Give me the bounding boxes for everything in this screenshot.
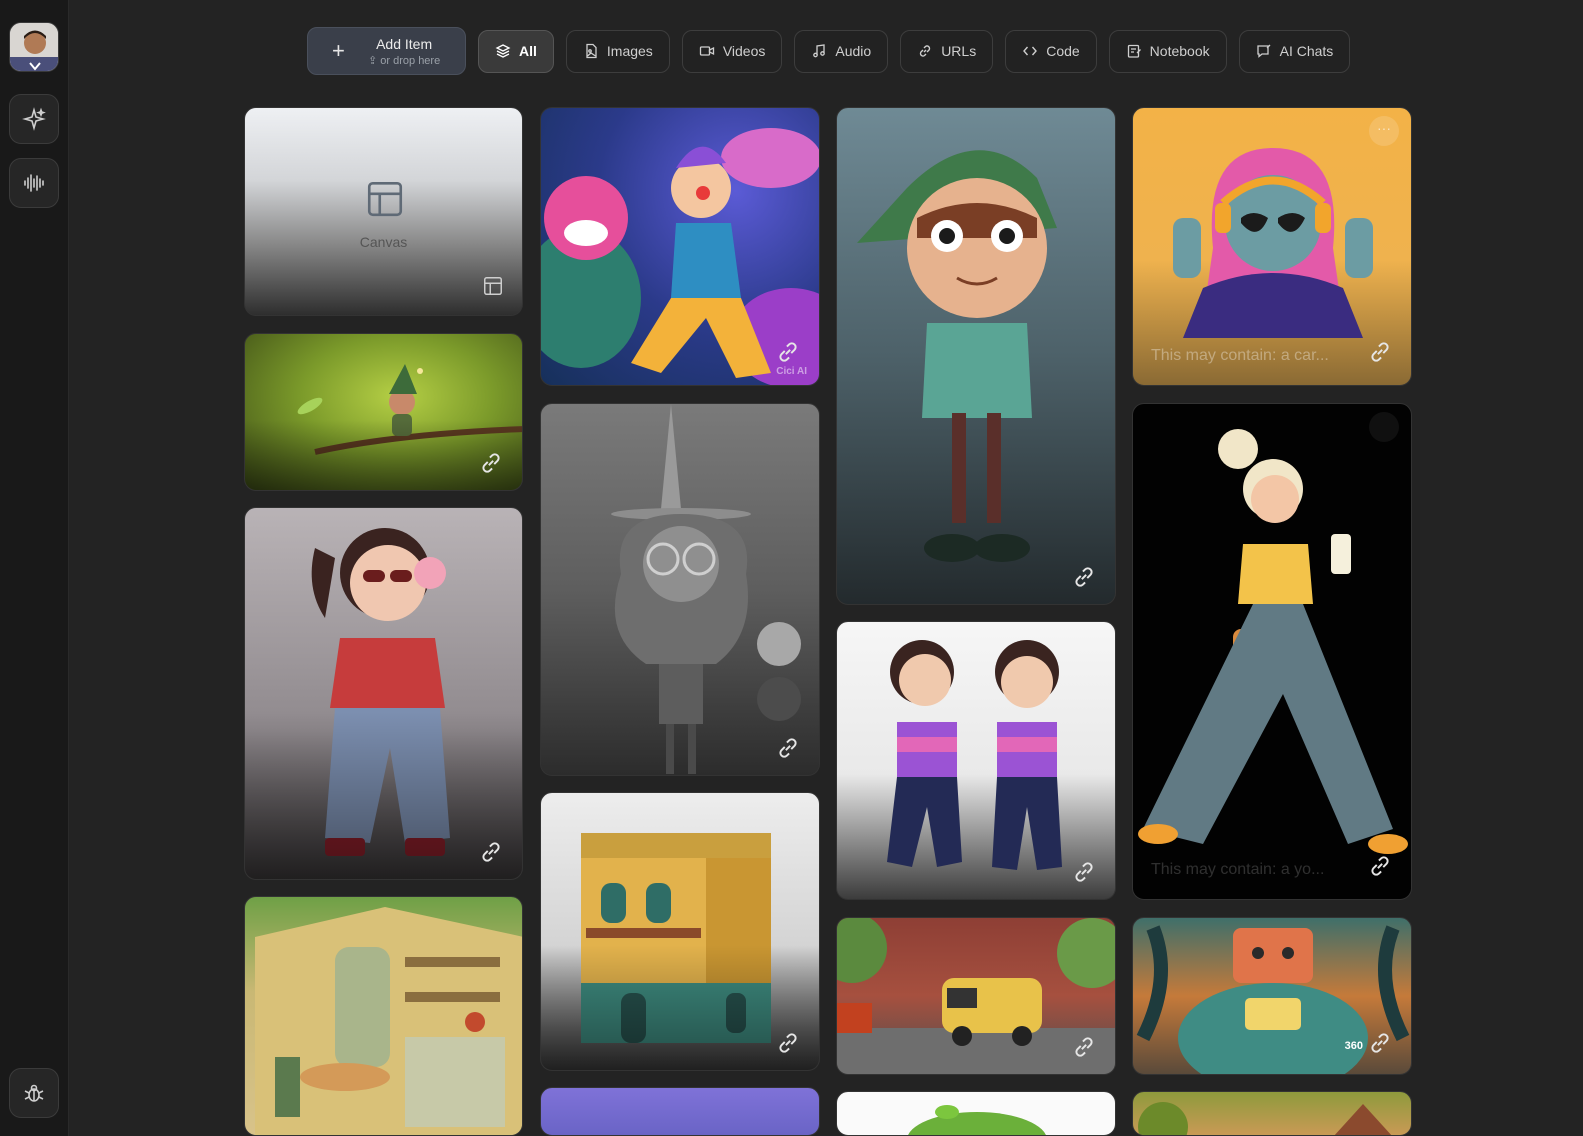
- filter-ai-chats[interactable]: AI Chats: [1238, 29, 1351, 73]
- link-icon[interactable]: [775, 735, 801, 761]
- image-card-cap-boy[interactable]: [836, 107, 1116, 605]
- card-caption: This may contain: a car...: [1151, 347, 1329, 364]
- link-icon[interactable]: [775, 1030, 801, 1056]
- notebook-icon: [1127, 44, 1141, 58]
- code-icon: [1023, 46, 1038, 56]
- sidebar: [0, 0, 69, 1136]
- link-icon[interactable]: [1367, 339, 1393, 365]
- watermark: Cici AI: [776, 366, 807, 377]
- village-image: [1138, 1102, 1392, 1135]
- layout-icon: [484, 277, 502, 295]
- toolbar: + Add Item ⇪ or drop here All Images Vid…: [307, 27, 1351, 75]
- image-card-headphones-girl[interactable]: ··· This may contain: a car...: [1132, 107, 1412, 386]
- avatar[interactable]: [9, 22, 59, 72]
- more-options-icon[interactable]: [1369, 412, 1399, 442]
- sparkle-button[interactable]: [9, 94, 59, 144]
- music-note-icon: [813, 44, 826, 58]
- filter-notebook[interactable]: Notebook: [1108, 29, 1227, 73]
- filter-all-label: All: [519, 43, 537, 59]
- link-icon[interactable]: [1367, 1030, 1393, 1056]
- bug-icon: [24, 1084, 44, 1102]
- link-icon[interactable]: [1071, 564, 1097, 590]
- image-card-sculpt-girl[interactable]: [540, 403, 820, 776]
- filter-audio[interactable]: Audio: [794, 29, 889, 73]
- filter-urls-label: URLs: [941, 43, 977, 59]
- filter-all[interactable]: All: [478, 29, 554, 73]
- chat-icon: [1256, 44, 1271, 58]
- add-item-label: Add Item: [376, 35, 433, 52]
- link-icon[interactable]: [1071, 1034, 1097, 1060]
- plus-icon: +: [332, 38, 345, 63]
- panorama-badge: 360: [1344, 1040, 1363, 1052]
- image-card-bubblegum-girl[interactable]: [244, 507, 523, 880]
- filter-urls[interactable]: URLs: [900, 29, 994, 73]
- layers-icon: [495, 44, 511, 58]
- filter-notebook-label: Notebook: [1149, 43, 1210, 59]
- filter-videos-label: Videos: [722, 43, 766, 59]
- image-card-purple[interactable]: [540, 1087, 820, 1136]
- image-file-icon: [586, 43, 597, 59]
- video-icon: [699, 46, 714, 56]
- image-card-clown[interactable]: Cici AI: [540, 107, 820, 386]
- image-card-walking-girl[interactable]: This may contain: a yo...: [1132, 403, 1412, 900]
- sculpt-girl-image: [611, 404, 801, 774]
- filter-code-label: Code: [1046, 43, 1080, 59]
- image-card-elf-branch[interactable]: [244, 333, 523, 491]
- canvas-card[interactable]: Canvas: [244, 107, 523, 316]
- link-icon[interactable]: [775, 339, 801, 365]
- image-card-building[interactable]: [540, 792, 820, 1071]
- image-card-kitchen[interactable]: [244, 896, 523, 1136]
- walking-girl-image: [1138, 429, 1408, 854]
- image-card-robot[interactable]: 360: [1132, 917, 1412, 1075]
- kitchen-image: [255, 907, 522, 1135]
- link-icon: [920, 45, 931, 57]
- canvas-label: Canvas: [359, 234, 408, 250]
- image-card-village[interactable]: [1132, 1091, 1412, 1136]
- filter-images-label: Images: [606, 43, 653, 59]
- filter-videos[interactable]: Videos: [681, 29, 783, 73]
- link-icon[interactable]: [1367, 853, 1393, 879]
- add-item-button[interactable]: + Add Item ⇪ or drop here: [307, 27, 466, 75]
- bug-report-button[interactable]: [9, 1068, 59, 1118]
- waveform-icon: [24, 174, 44, 192]
- cap-boy-image: [857, 150, 1057, 562]
- voice-button[interactable]: [9, 158, 59, 208]
- filter-ai-chats-label: AI Chats: [1279, 43, 1334, 59]
- image-card-plant[interactable]: [836, 1091, 1116, 1136]
- layout-icon: [367, 181, 403, 217]
- card-caption: This may contain: a yo...: [1151, 861, 1325, 878]
- more-options-icon[interactable]: ···: [1369, 116, 1399, 146]
- plant-image: [908, 1105, 1046, 1135]
- filter-audio-label: Audio: [835, 43, 872, 59]
- link-icon[interactable]: [1071, 859, 1097, 885]
- image-card-van[interactable]: [836, 917, 1116, 1075]
- filter-images[interactable]: Images: [565, 29, 670, 73]
- link-icon[interactable]: [478, 839, 504, 865]
- filter-code[interactable]: Code: [1005, 29, 1097, 73]
- image-card-two-girls[interactable]: [836, 621, 1116, 900]
- link-icon[interactable]: [478, 450, 504, 476]
- add-item-hint: ⇪ or drop here: [368, 54, 441, 67]
- sparkle-icon: [22, 107, 46, 131]
